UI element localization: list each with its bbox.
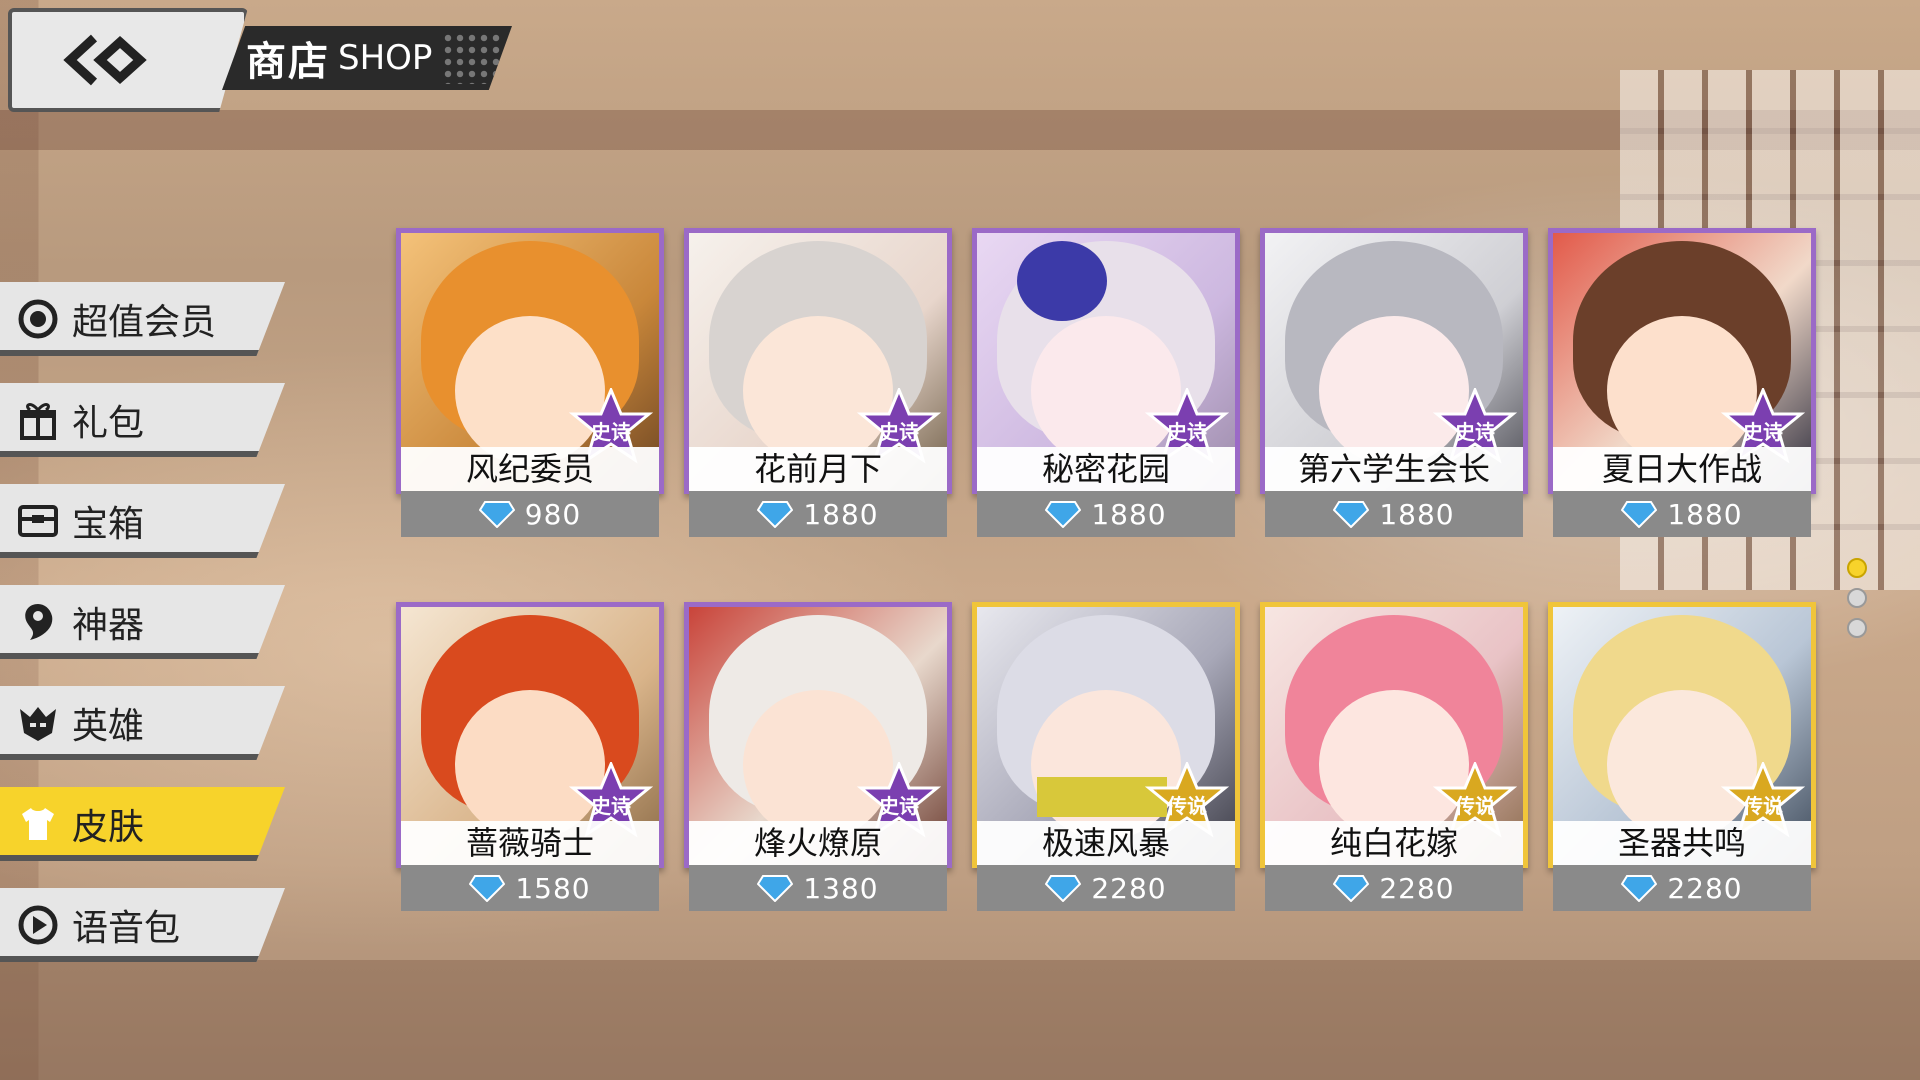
diamond-icon	[757, 501, 794, 528]
skin-card[interactable]: 传说 圣器共鸣 2280	[1548, 602, 1816, 911]
sidebar-item-voice[interactable]: 语音包	[0, 888, 285, 962]
skin-grid: 史诗 风纪委员 980 史诗 花前月下 1880 史诗 秘密花园 1880 史诗…	[396, 228, 1816, 968]
rarity-label: 史诗	[591, 420, 631, 444]
skin-price: 2280	[1553, 865, 1811, 911]
sidebar-item-skin[interactable]: 皮肤	[0, 787, 285, 861]
sidebar-item-label: 皮肤	[72, 807, 145, 848]
diamond-icon	[1621, 875, 1658, 902]
skin-name: 蔷薇骑士	[401, 821, 659, 865]
page-title-cn: 商店	[246, 39, 330, 85]
sidebar-item-label: 英雄	[72, 706, 145, 747]
sidebar-item-hero[interactable]: 英雄	[0, 686, 285, 760]
page-title-en: SHOP	[338, 38, 433, 78]
page-indicator	[1847, 558, 1867, 648]
diamond-icon	[757, 875, 794, 902]
sidebar-item-gift[interactable]: 礼包	[0, 383, 285, 457]
page-title: 商店 SHOP	[222, 26, 512, 90]
rarity-label: 史诗	[1167, 420, 1207, 444]
back-arrow-icon	[63, 34, 147, 86]
skin-price: 1880	[1553, 491, 1811, 537]
skin-price: 2280	[977, 865, 1235, 911]
rarity-label: 传说	[1455, 794, 1495, 818]
price-value: 1880	[1091, 497, 1167, 531]
skin-name: 第六学生会长	[1265, 447, 1523, 491]
title-dots-decoration	[442, 32, 502, 84]
skin-price: 1380	[689, 865, 947, 911]
price-value: 1880	[1379, 497, 1455, 531]
sidebar-item-label: 神器	[72, 605, 145, 646]
skin-card[interactable]: 传说 极速风暴 2280	[972, 602, 1240, 911]
sidebar-item-label: 语音包	[72, 908, 181, 949]
skin-name: 圣器共鸣	[1553, 821, 1811, 865]
chest-icon	[18, 501, 58, 541]
skin-price: 1880	[689, 491, 947, 537]
skin-card[interactable]: 史诗 烽火燎原 1380	[684, 602, 952, 911]
rarity-label: 史诗	[1743, 420, 1783, 444]
skin-name: 夏日大作战	[1553, 447, 1811, 491]
price-value: 1380	[803, 871, 879, 905]
rarity-label: 史诗	[879, 794, 919, 818]
skin-price: 1880	[1265, 491, 1523, 537]
sidebar: 超值会员 礼包 宝箱 神器 英雄 皮肤 语音包	[0, 282, 300, 989]
skin-icon	[18, 804, 58, 844]
skin-card[interactable]: 传说 纯白花嫁 2280	[1260, 602, 1528, 911]
skin-price: 980	[401, 491, 659, 537]
sidebar-item-chest[interactable]: 宝箱	[0, 484, 285, 558]
price-value: 2280	[1091, 871, 1167, 905]
page-dot-3[interactable]	[1847, 618, 1867, 638]
skin-name: 烽火燎原	[689, 821, 947, 865]
skin-name: 风纪委员	[401, 447, 659, 491]
skin-name: 极速风暴	[977, 821, 1235, 865]
diamond-icon	[478, 501, 515, 528]
sidebar-item-artifact[interactable]: 神器	[0, 585, 285, 659]
skin-price: 2280	[1265, 865, 1523, 911]
rarity-label: 史诗	[879, 420, 919, 444]
sidebar-item-vip[interactable]: 超值会员	[0, 282, 285, 356]
artifact-icon	[18, 602, 58, 642]
skin-name: 纯白花嫁	[1265, 821, 1523, 865]
skin-card[interactable]: 史诗 风纪委员 980	[396, 228, 664, 537]
price-value: 1880	[1667, 497, 1743, 531]
diamond-icon	[1333, 875, 1370, 902]
rarity-label: 传说	[1167, 794, 1207, 818]
back-button[interactable]	[8, 8, 248, 112]
skin-card[interactable]: 史诗 第六学生会长 1880	[1260, 228, 1528, 537]
vip-icon	[18, 299, 58, 339]
gift-icon	[18, 400, 58, 440]
rarity-label: 史诗	[591, 794, 631, 818]
price-value: 2280	[1667, 871, 1743, 905]
skin-name: 秘密花园	[977, 447, 1235, 491]
skin-price: 1580	[401, 865, 659, 911]
diamond-icon	[1621, 501, 1658, 528]
sidebar-item-label: 超值会员	[72, 302, 217, 343]
sidebar-item-label: 礼包	[72, 403, 145, 444]
price-value: 1580	[515, 871, 591, 905]
voice-icon	[18, 905, 58, 945]
diamond-icon	[469, 875, 506, 902]
price-value: 1880	[803, 497, 879, 531]
skin-card[interactable]: 史诗 花前月下 1880	[684, 228, 952, 537]
price-value: 2280	[1379, 871, 1455, 905]
skin-name: 花前月下	[689, 447, 947, 491]
diamond-icon	[1045, 501, 1082, 528]
skin-card[interactable]: 史诗 秘密花园 1880	[972, 228, 1240, 537]
page-dot-1[interactable]	[1847, 558, 1867, 578]
diamond-icon	[1333, 501, 1370, 528]
rarity-label: 史诗	[1455, 420, 1495, 444]
sidebar-item-label: 宝箱	[72, 504, 145, 545]
skin-card[interactable]: 史诗 蔷薇骑士 1580	[396, 602, 664, 911]
hero-icon	[18, 703, 58, 743]
diamond-icon	[1045, 875, 1082, 902]
skin-price: 1880	[977, 491, 1235, 537]
price-value: 980	[524, 497, 582, 531]
page-dot-2[interactable]	[1847, 588, 1867, 608]
skin-card[interactable]: 史诗 夏日大作战 1880	[1548, 228, 1816, 537]
rarity-label: 传说	[1743, 794, 1783, 818]
